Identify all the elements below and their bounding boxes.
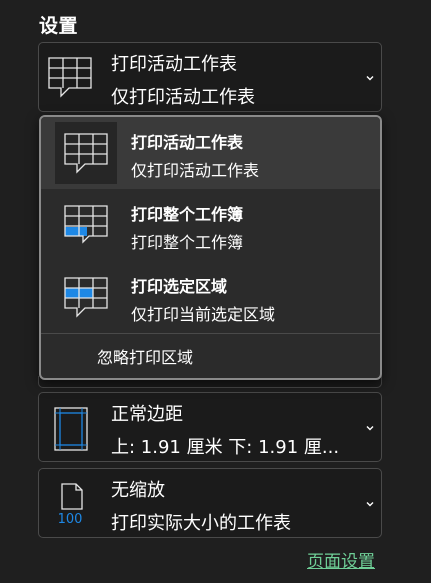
- menu-item-description: 仅打印当前选定区域: [131, 305, 276, 324]
- print-what-menu: 打印活动工作表 仅打印活动工作表 打印整个工作簿 打印整个工作簿 打印选定区域 …: [39, 115, 382, 380]
- print-settings-panel: 设置 打印活动工作表 仅打印活动工作表 正常边距 上: 1.91 厘米 下: 1…: [0, 0, 431, 583]
- chevron-down-icon: [366, 426, 374, 431]
- ignore-print-area-label: 忽略打印区域: [97, 348, 194, 367]
- scaling-dropdown[interactable]: 100 无缩放 打印实际大小的工作表: [38, 468, 382, 538]
- menu-item-entire-workbook[interactable]: 打印整个工作簿 打印整个工作簿: [41, 189, 380, 261]
- sheet-grid-icon: [48, 57, 92, 98]
- menu-item-description: 仅打印活动工作表: [131, 161, 260, 180]
- scaling-icon-label: 100: [58, 512, 83, 527]
- settings-heading: 设置: [39, 15, 79, 37]
- menu-item-selection[interactable]: 打印选定区域 仅打印当前选定区域: [41, 261, 380, 333]
- scaling-title: 无缩放: [111, 480, 165, 501]
- menu-icon-box: [55, 122, 117, 184]
- margins-description: 上: 1.91 厘米 下: 1.91 厘...: [111, 437, 340, 458]
- no-scaling-page-icon: 100: [58, 483, 83, 527]
- margins-title: 正常边距: [111, 404, 183, 425]
- menu-item-active-sheet[interactable]: 打印活动工作表 仅打印活动工作表: [41, 117, 380, 189]
- print-what-dropdown[interactable]: 打印活动工作表 仅打印活动工作表: [38, 42, 382, 112]
- margins-icon: [54, 407, 88, 451]
- chevron-down-icon: [366, 502, 374, 507]
- workbook-icon: [64, 205, 108, 244]
- menu-item-title: 打印整个工作簿: [131, 205, 244, 224]
- scaling-description: 打印实际大小的工作表: [111, 513, 291, 534]
- menu-item-ignore-print-area[interactable]: 忽略打印区域: [41, 334, 380, 378]
- chevron-down-icon: [366, 76, 374, 81]
- active-sheet-icon: [64, 133, 108, 174]
- menu-item-title: 打印选定区域: [131, 277, 228, 296]
- print-what-description: 仅打印活动工作表: [111, 87, 255, 108]
- margins-dropdown[interactable]: 正常边距 上: 1.91 厘米 下: 1.91 厘...: [38, 392, 382, 462]
- selection-icon: [64, 277, 108, 318]
- menu-icon-box: [55, 266, 117, 328]
- print-what-title: 打印活动工作表: [111, 54, 237, 75]
- menu-item-description: 打印整个工作簿: [131, 233, 244, 252]
- page-setup-link[interactable]: 页面设置: [307, 547, 375, 572]
- menu-icon-box: [55, 194, 117, 256]
- menu-item-title: 打印活动工作表: [131, 133, 244, 152]
